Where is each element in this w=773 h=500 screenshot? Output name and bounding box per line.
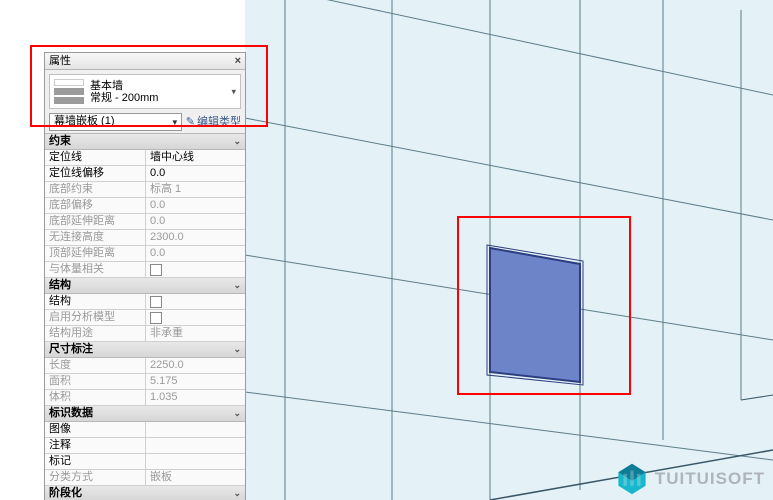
property-row[interactable]: 定位线墙中心线 [45, 150, 245, 166]
property-value[interactable]: 墙中心线 [146, 150, 245, 165]
property-row: 底部延伸距离0.0 [45, 214, 245, 230]
property-value[interactable] [146, 294, 245, 309]
property-value[interactable]: 0.0 [146, 166, 245, 181]
property-label: 标记 [45, 454, 146, 469]
edit-type-icon: ✎ [186, 114, 195, 130]
property-label: 定位线偏移 [45, 166, 146, 181]
property-label: 注释 [45, 438, 146, 453]
group-name: 约束 [49, 134, 71, 149]
property-label: 面积 [45, 374, 146, 389]
property-row: 底部偏移0.0 [45, 198, 245, 214]
property-row: 无连接高度2300.0 [45, 230, 245, 246]
property-row: 顶部延伸距离0.0 [45, 246, 245, 262]
property-label: 结构用途 [45, 326, 146, 341]
property-row: 结构用途非承重 [45, 326, 245, 342]
property-label: 无连接高度 [45, 230, 146, 245]
properties-title: 属性 [49, 53, 71, 69]
property-label: 定位线 [45, 150, 146, 165]
wall-type-icon [54, 79, 84, 104]
properties-title-bar[interactable]: 属性 × [45, 53, 245, 70]
group-header[interactable]: 标识数据 ⌄ [45, 406, 245, 422]
property-label: 图像 [45, 422, 146, 437]
property-value [146, 310, 245, 325]
property-label: 底部约束 [45, 182, 146, 197]
expand-icon: ⌄ [233, 486, 241, 500]
properties-grid: 约束⌄定位线墙中心线定位线偏移0.0底部约束标高 1底部偏移0.0底部延伸距离0… [45, 133, 245, 500]
property-row[interactable]: 标记 [45, 454, 245, 470]
group-name: 结构 [49, 278, 71, 293]
expand-icon: ⌄ [233, 278, 241, 293]
close-icon[interactable]: × [235, 53, 241, 69]
property-value: 1.035 [146, 390, 245, 405]
group-header[interactable]: 约束 ⌄ [45, 134, 245, 150]
property-row[interactable]: 定位线偏移0.0 [45, 166, 245, 182]
properties-panel: 属性 × 基本墙 常规 - 200mm ▾ 幕墙嵌板 (1) ▼ ✎ 编辑类型 … [44, 52, 246, 500]
edit-type-label: 编辑类型 [197, 114, 241, 130]
group-header[interactable]: 尺寸标注 ⌄ [45, 342, 245, 358]
property-value[interactable] [146, 438, 245, 453]
edit-type-button[interactable]: ✎ 编辑类型 [186, 114, 241, 130]
group-name: 标识数据 [49, 406, 93, 421]
group-name: 尺寸标注 [49, 342, 93, 357]
property-label: 分类方式 [45, 470, 146, 485]
property-value: 5.175 [146, 374, 245, 389]
property-row: 体积1.035 [45, 390, 245, 406]
property-label: 与体量相关 [45, 262, 146, 277]
property-value[interactable] [146, 454, 245, 469]
group-name: 阶段化 [49, 486, 82, 500]
group-header[interactable]: 结构 ⌄ [45, 278, 245, 294]
property-row: 面积5.175 [45, 374, 245, 390]
property-row: 分类方式嵌板 [45, 470, 245, 486]
property-row: 底部约束标高 1 [45, 182, 245, 198]
property-value[interactable] [146, 422, 245, 437]
property-row: 与体量相关 [45, 262, 245, 278]
logo-icon [615, 462, 649, 496]
checkbox-icon [150, 312, 162, 324]
property-value: 2250.0 [146, 358, 245, 373]
chevron-down-icon: ▾ [231, 86, 236, 97]
property-value: 0.0 [146, 214, 245, 229]
property-value: 标高 1 [146, 182, 245, 197]
property-value: 非承重 [146, 326, 245, 341]
group-header[interactable]: 阶段化 ⌄ [45, 486, 245, 500]
property-label: 顶部延伸距离 [45, 246, 146, 261]
property-label: 体积 [45, 390, 146, 405]
property-row: 启用分析模型 [45, 310, 245, 326]
logo-text: TUITUISOFT [655, 469, 765, 489]
property-value: 0.0 [146, 198, 245, 213]
property-label: 底部偏移 [45, 198, 146, 213]
property-row[interactable]: 结构 [45, 294, 245, 310]
property-row[interactable]: 注释 [45, 438, 245, 454]
chevron-down-icon: ▼ [171, 115, 179, 130]
expand-icon: ⌄ [233, 406, 241, 421]
instance-filter-label: 幕墙嵌板 (1) [54, 115, 115, 127]
property-value: 0.0 [146, 246, 245, 261]
property-value: 嵌板 [146, 470, 245, 485]
checkbox-icon[interactable] [150, 296, 162, 308]
type-name: 常规 - 200mm [90, 92, 158, 104]
type-selector[interactable]: 基本墙 常规 - 200mm ▾ [49, 74, 241, 109]
property-value [146, 262, 245, 277]
watermark-logo: TUITUISOFT [615, 462, 765, 496]
property-label: 底部延伸距离 [45, 214, 146, 229]
property-label: 长度 [45, 358, 146, 373]
property-label: 结构 [45, 294, 146, 309]
property-row[interactable]: 图像 [45, 422, 245, 438]
property-label: 启用分析模型 [45, 310, 146, 325]
property-value: 2300.0 [146, 230, 245, 245]
instance-filter-combo[interactable]: 幕墙嵌板 (1) ▼ [49, 113, 182, 131]
expand-icon: ⌄ [233, 134, 241, 149]
expand-icon: ⌄ [233, 342, 241, 357]
type-family: 基本墙 [90, 80, 158, 92]
property-row: 长度2250.0 [45, 358, 245, 374]
checkbox-icon [150, 264, 162, 276]
